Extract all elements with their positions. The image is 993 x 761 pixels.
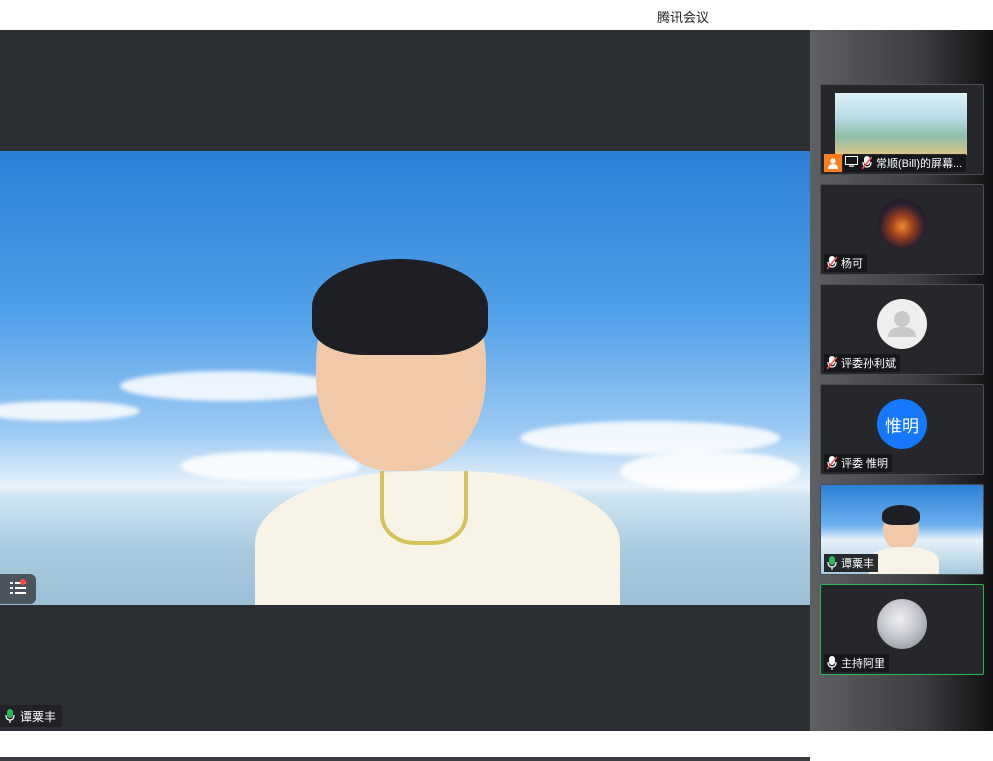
- default-user-icon: [877, 299, 927, 349]
- participant-name: 杨可: [841, 258, 863, 270]
- participant-label: 评委孙利斌: [824, 354, 900, 372]
- person-collar: [380, 471, 468, 545]
- cloud: [180, 451, 360, 481]
- person-body: [869, 547, 939, 574]
- mic-muted-icon: [826, 256, 838, 270]
- photo-avatar: [877, 599, 927, 649]
- bottom-divider: [0, 757, 810, 761]
- cloud: [620, 451, 800, 491]
- participant-label: 常顺(Bill)的屏幕...: [843, 154, 967, 172]
- participant-label: 评委 惟明: [824, 454, 893, 472]
- participant-name: 常顺(Bill)的屏幕...: [876, 158, 963, 170]
- participant-tile-video[interactable]: 谭粟丰: [820, 484, 984, 575]
- participant-tile[interactable]: 惟明 评委 惟明: [820, 384, 984, 475]
- participant-tile[interactable]: 评委孙利斌: [820, 284, 984, 375]
- participant-label: 主持阿里: [824, 654, 889, 672]
- participant-label: 杨可: [824, 254, 867, 272]
- main-speaker-label: 谭粟丰: [0, 705, 63, 727]
- notification-dot: [20, 579, 26, 585]
- main-speaker-video[interactable]: [0, 151, 810, 605]
- screen-share-icon: [845, 156, 858, 170]
- cloud: [120, 371, 340, 401]
- mic-icon: [826, 656, 838, 670]
- participant-sidebar: 常顺(Bill)的屏幕... 杨可 评委孙利斌 惟明 评委 惟明 谭粟丰 主持阿…: [810, 30, 993, 731]
- person-hair: [312, 259, 488, 355]
- chat-list-button[interactable]: [0, 574, 36, 604]
- participant-name: 主持阿里: [841, 658, 885, 670]
- participant-tile-active[interactable]: 主持阿里: [820, 584, 984, 675]
- initials-avatar: 惟明: [877, 399, 927, 449]
- mic-muted-icon: [826, 356, 838, 370]
- cloud: [0, 401, 140, 421]
- main-video-area: 谭粟丰: [0, 30, 810, 761]
- main-speaker-name: 谭粟丰: [20, 709, 57, 724]
- screen-share-thumbnail: [835, 93, 967, 155]
- person-icon: [824, 154, 842, 172]
- mic-active-icon: [826, 556, 838, 570]
- title-bar: 腾讯会议: [0, 0, 993, 30]
- mic-muted-icon: [861, 156, 873, 170]
- mic-active-icon: [4, 709, 16, 723]
- window-title: 腾讯会议: [657, 10, 710, 25]
- participant-tile[interactable]: 杨可: [820, 184, 984, 275]
- participant-tile-screen-share[interactable]: 常顺(Bill)的屏幕...: [820, 84, 984, 175]
- mic-muted-icon: [826, 456, 838, 470]
- participant-label: 谭粟丰: [824, 554, 878, 572]
- participant-name: 谭粟丰: [841, 558, 874, 570]
- cloud: [520, 421, 780, 455]
- participant-name: 评委孙利斌: [841, 358, 896, 370]
- person-hair: [882, 505, 920, 525]
- sunset-avatar: [877, 199, 927, 249]
- participant-name: 评委 惟明: [841, 458, 889, 470]
